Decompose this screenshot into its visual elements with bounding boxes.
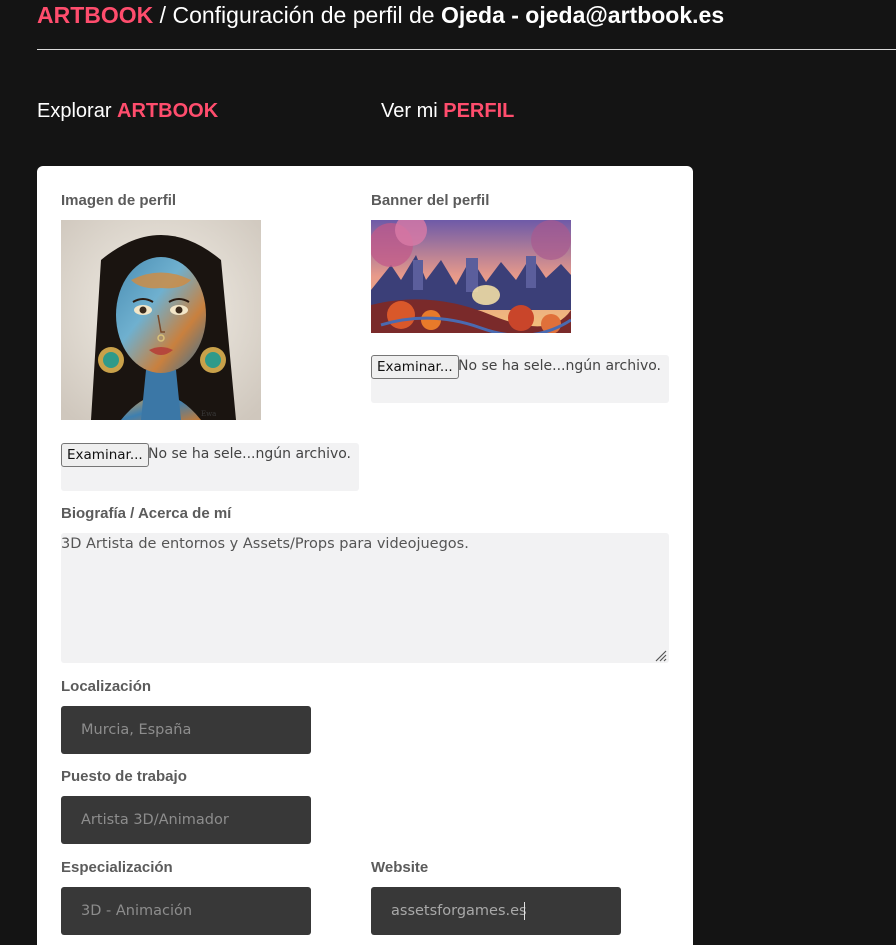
text-caret [524, 902, 525, 920]
title-separator: / [153, 2, 173, 28]
profile-image-browse-button[interactable]: Examinar... [61, 443, 149, 467]
explore-artbook-link[interactable]: Explorar ARTBOOK [37, 100, 218, 123]
job-input[interactable] [61, 796, 311, 844]
profile-image-file-input[interactable]: Examinar... No se ha sele...ngún archivo… [61, 443, 359, 491]
specialization-input[interactable] [61, 887, 311, 935]
brand-logo-text[interactable]: ARTBOOK [37, 2, 153, 28]
website-label: Website [371, 859, 429, 876]
bio-label: Biografía / Acerca de mí [61, 505, 232, 522]
specialization-label: Especialización [61, 859, 173, 876]
profile-link-prefix: Ver mi [381, 100, 444, 122]
profile-image-label: Imagen de perfil [61, 192, 177, 209]
title-prefix: Configuración de perfil de [172, 2, 441, 28]
banner-browse-button[interactable]: Examinar... [371, 355, 459, 379]
banner-file-input[interactable]: Examinar... No se ha sele...ngún archivo… [371, 355, 669, 403]
banner-file-status: No se ha sele...ngún archivo. [458, 358, 662, 374]
explore-link-prefix: Explorar [37, 100, 118, 122]
profile-image-preview: Ewa [61, 220, 261, 420]
location-label: Localización [61, 678, 152, 695]
explore-link-accent: ARTBOOK [117, 100, 219, 122]
resize-handle-icon[interactable] [653, 648, 667, 662]
website-input[interactable] [371, 887, 621, 935]
banner-artwork [371, 220, 571, 333]
profile-image-file-status: No se ha sele...ngún archivo. [148, 446, 352, 462]
bio-textarea[interactable]: 3D Artista de entornos y Assets/Props pa… [61, 533, 669, 663]
view-profile-link[interactable]: Ver mi PERFIL [381, 100, 514, 123]
svg-text:Ewa: Ewa [201, 410, 216, 418]
location-input[interactable] [61, 706, 311, 754]
profile-settings-card: Imagen de perfil Banner del perfil Ewa E… [37, 166, 693, 945]
portrait-artwork: Ewa [61, 220, 261, 420]
top-header: ARTBOOK / Configuración de perfil de Oje… [37, 0, 896, 50]
banner-image-preview [371, 220, 571, 333]
job-label: Puesto de trabajo [61, 768, 187, 785]
user-identity: Ojeda - ojeda@artbook.es [440, 2, 725, 28]
page-title: ARTBOOK / Configuración de perfil de Oje… [37, 2, 724, 29]
banner-label: Banner del perfil [371, 192, 490, 209]
profile-link-accent: PERFIL [443, 100, 515, 122]
